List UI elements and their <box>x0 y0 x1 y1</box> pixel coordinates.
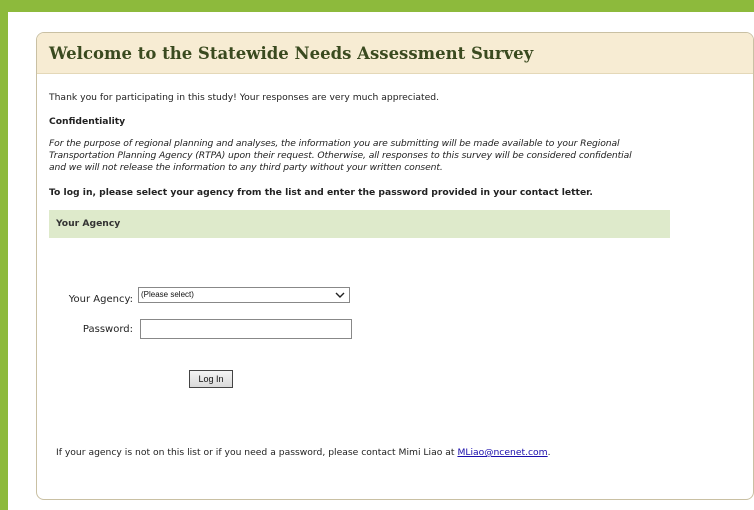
page-title: Welcome to the Statewide Needs Assessmen… <box>49 43 534 63</box>
login-instructions: To log in, please select your agency fro… <box>49 187 593 198</box>
password-row: Password: <box>65 319 352 339</box>
intro-text: Thank you for participating in this stud… <box>49 92 440 103</box>
panel-content: Thank you for participating in this stud… <box>37 92 753 238</box>
contact-text-before: If your agency is not on this list or if… <box>56 447 458 458</box>
agency-select-value: (Please select) <box>141 290 194 299</box>
login-button[interactable]: Log In <box>189 370 233 388</box>
password-field[interactable] <box>140 319 352 339</box>
agency-row: Your Agency: (Please select) <box>65 284 350 305</box>
panel-header: Welcome to the Statewide Needs Assessmen… <box>37 33 753 74</box>
agency-section-title: Your Agency <box>56 218 121 229</box>
confidentiality-line: and we will not release the information … <box>49 162 443 173</box>
agency-label: Your Agency: <box>68 294 133 305</box>
agency-select[interactable]: (Please select) <box>138 286 350 303</box>
password-label: Password: <box>82 323 133 335</box>
confidentiality-heading: Confidentiality <box>49 116 126 127</box>
page-background: Welcome to the Statewide Needs Assessmen… <box>8 12 754 510</box>
confidentiality-text: For the purpose of regional planning and… <box>49 138 729 174</box>
agency-section-header: Your Agency <box>49 210 670 238</box>
chevron-down-icon <box>335 292 345 298</box>
contact-text-after: . <box>547 447 551 458</box>
confidentiality-line: Transportation Planning Agency (RTPA) up… <box>49 150 632 161</box>
contact-email-link[interactable]: MLiao@ncenet.com <box>457 447 547 458</box>
contact-text: If your agency is not on this list or if… <box>56 447 551 458</box>
survey-panel: Welcome to the Statewide Needs Assessmen… <box>36 32 754 500</box>
confidentiality-line: For the purpose of regional planning and… <box>49 138 620 149</box>
